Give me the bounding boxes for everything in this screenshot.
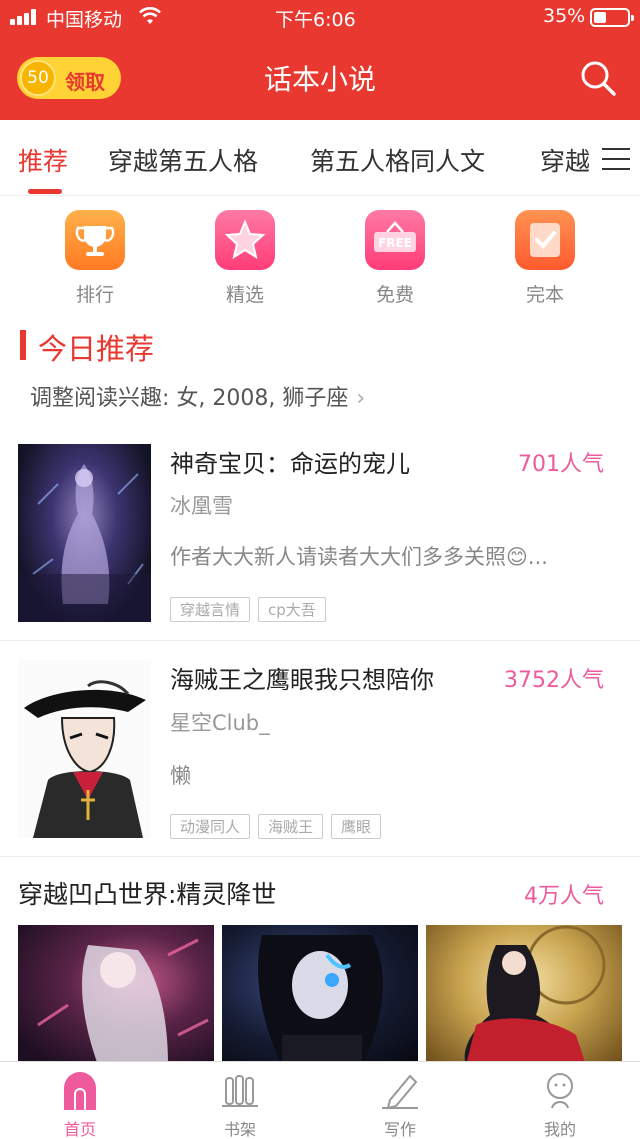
completed-button[interactable]: 完本 — [505, 210, 585, 307]
ranking-label: 排行 — [75, 284, 114, 306]
book-tag[interactable]: cp大吾 — [258, 597, 326, 622]
ranking-button[interactable]: 排行 — [55, 210, 135, 307]
book-cover[interactable] — [18, 444, 151, 622]
adjust-interests-text: 调整阅读兴趣: 女, 2008, 狮子座 — [30, 386, 349, 411]
nav-profile-label: 我的 — [543, 1120, 576, 1139]
book-cover[interactable] — [18, 660, 151, 838]
battery-percent: 35% — [543, 5, 586, 27]
status-bar: 中国移动 下午6:06 35% — [0, 0, 640, 34]
tab-category-4[interactable]: 穿越 — [540, 142, 590, 178]
nav-bookshelf[interactable]: 书架 — [200, 1070, 280, 1139]
free-label: 免费 — [375, 284, 414, 306]
nav-bookshelf-label: 书架 — [223, 1120, 256, 1139]
tab-category-3[interactable]: 第五人格同人文 — [310, 142, 485, 178]
featured-image[interactable] — [222, 925, 418, 1065]
nav-home-label: 首页 — [63, 1120, 96, 1139]
featured-image[interactable] — [18, 925, 214, 1065]
book-author: 冰凰雪 — [170, 494, 233, 518]
carrier-name: 中国移动 — [46, 9, 123, 31]
search-icon[interactable] — [578, 58, 618, 98]
tab-category-2[interactable]: 穿越第五人格 — [108, 142, 258, 178]
book-title[interactable]: 海贼王之鹰眼我只想陪你 — [170, 660, 434, 695]
bookshelf-icon — [220, 1070, 260, 1110]
star-icon — [215, 210, 275, 270]
check-book-icon — [515, 210, 575, 270]
menu-icon[interactable] — [602, 148, 630, 170]
battery-icon — [590, 8, 634, 27]
book-tag[interactable]: 穿越言情 — [170, 597, 251, 622]
free-button[interactable]: FREE 免费 — [355, 210, 435, 307]
featured-label: 精选 — [225, 284, 264, 306]
book-popularity: 701人气 — [518, 452, 604, 477]
featured-book-title[interactable]: 穿越凹凸世界:精灵降世 — [18, 875, 276, 911]
wifi-icon — [139, 7, 161, 24]
home-icon — [60, 1070, 100, 1110]
book-card[interactable]: 神奇宝贝：命运的宠儿 701人气 冰凰雪 作者大大新人请读者大大们多多关照😊..… — [0, 440, 640, 640]
tab-recommend[interactable]: 推荐 — [18, 142, 68, 178]
section-accent-bar — [20, 330, 26, 360]
book-tag[interactable]: 动漫同人 — [170, 814, 251, 839]
featured-button[interactable]: 精选 — [205, 210, 285, 307]
completed-label: 完本 — [525, 284, 564, 306]
signal-icon — [10, 9, 40, 25]
svg-text:FREE: FREE — [378, 236, 412, 250]
trophy-icon — [65, 210, 125, 270]
featured-book-popularity: 4万人气 — [524, 884, 604, 909]
nav-write-label: 写作 — [383, 1120, 416, 1139]
book-card[interactable]: 海贼王之鹰眼我只想陪你 3752人气 星空Club_ 懒 动漫同人 海贼王 鹰眼 — [0, 656, 640, 856]
book-popularity: 3752人气 — [504, 668, 604, 693]
book-tags: 穿越言情 cp大吾 — [170, 597, 334, 622]
free-sign-icon: FREE — [365, 210, 425, 270]
category-tabs: 推荐 穿越第五人格 第五人格同人文 穿越 — [0, 120, 640, 196]
adjust-interests-link[interactable]: 调整阅读兴趣: 女, 2008, 狮子座 › — [30, 380, 365, 412]
book-tag[interactable]: 鹰眼 — [331, 814, 382, 839]
nav-profile[interactable]: 我的 — [520, 1070, 600, 1139]
book-description: 懒 — [170, 764, 191, 788]
bottom-nav: 首页 书架 写作 我的 — [0, 1061, 640, 1139]
profile-icon — [540, 1070, 580, 1110]
book-tags: 动漫同人 海贼王 鹰眼 — [170, 814, 389, 839]
clock: 下午6:06 — [275, 9, 356, 31]
nav-home[interactable]: 首页 — [40, 1070, 120, 1139]
featured-image[interactable] — [426, 925, 622, 1065]
book-description: 作者大大新人请读者大大们多多关照😊... — [170, 545, 548, 569]
app-title: 话本小说 — [263, 63, 376, 96]
section-title: 今日推荐 — [38, 332, 155, 366]
chevron-right-icon: › — [356, 386, 366, 411]
app-header: 中国移动 下午6:06 35% 50 领取 话本小说 — [0, 0, 640, 120]
pencil-icon — [380, 1070, 420, 1110]
book-author: 星空Club_ — [170, 711, 270, 735]
active-tab-indicator — [28, 189, 62, 194]
divider — [0, 640, 640, 641]
book-title[interactable]: 神奇宝贝：命运的宠儿 — [170, 444, 410, 479]
nav-write[interactable]: 写作 — [360, 1070, 440, 1139]
divider — [0, 856, 640, 857]
book-tag[interactable]: 海贼王 — [258, 814, 324, 839]
